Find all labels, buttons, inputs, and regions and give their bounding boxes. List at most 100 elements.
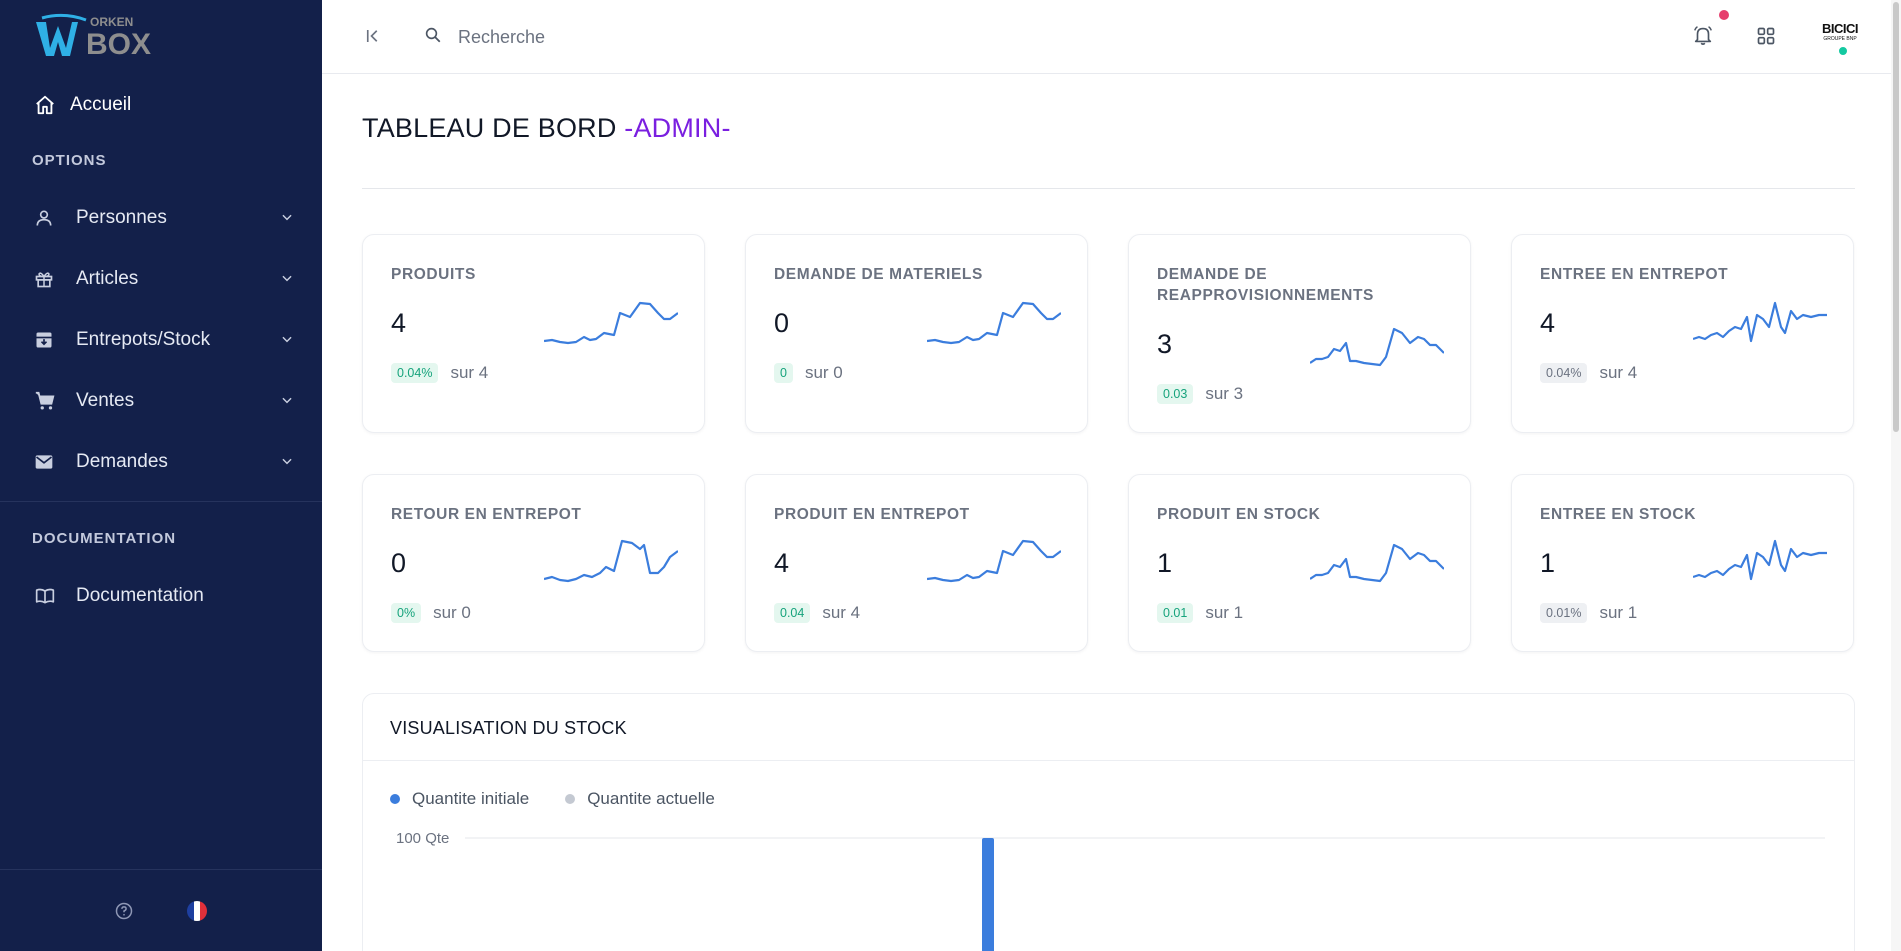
sidebar-item-accueil[interactable]: Accueil <box>34 88 131 122</box>
card-title: ENTREE EN ENTREPOT <box>1540 266 1729 283</box>
card-value: 4 <box>774 548 790 578</box>
percentage-badge: 0% <box>391 603 422 623</box>
workenbox-logo-icon: ORKEN BOX <box>36 13 151 61</box>
page-title-accent: -ADMIN- <box>624 113 731 143</box>
sidebar-footer <box>0 869 322 951</box>
chevron-down-icon <box>282 275 292 282</box>
search-icon <box>425 27 441 43</box>
legend-label: Quantite initiale <box>412 789 530 808</box>
app-logo[interactable]: ORKEN BOX <box>34 12 164 61</box>
sidebar-item-demandes[interactable]: Demandes <box>34 442 294 482</box>
sidebar-item-ventes[interactable]: Ventes <box>34 381 294 421</box>
card-value: 3 <box>1157 329 1173 359</box>
cart-icon <box>35 391 55 410</box>
bell-icon[interactable] <box>1692 24 1714 46</box>
card-footer: 0.04% sur 4 <box>391 363 488 383</box>
card-footer: 0.04 sur 4 <box>774 603 860 623</box>
card-total: sur 4 <box>1599 363 1638 382</box>
legend-dot <box>390 794 400 804</box>
search-input[interactable] <box>458 20 838 54</box>
page-title-text: TABLEAU DE BORD <box>362 113 617 143</box>
chart-legend: Quantite initiale Quantite actuelle <box>390 789 715 809</box>
topbar: BICICI GROUPE BNP <box>322 0 1901 74</box>
card-total: sur 4 <box>822 603 861 622</box>
stat-card-demande-materiels[interactable]: DEMANDE DE MATERIELS 0 0 sur 0 <box>745 234 1088 433</box>
card-value: 0 <box>774 308 790 338</box>
sidebar-item-label: Ventes <box>76 390 135 411</box>
bar-0-0[interactable] <box>982 838 994 951</box>
stat-card-entree-entrepot[interactable]: ENTREE EN ENTREPOT 4 0.04% sur 4 <box>1511 234 1854 433</box>
stat-card-produit-entrepot[interactable]: PRODUIT EN ENTREPOT 4 0.04 sur 4 <box>745 474 1088 652</box>
percentage-badge: 0.03 <box>1157 384 1194 404</box>
card-value: 1 <box>1540 548 1556 578</box>
panel-divider <box>363 760 1854 761</box>
card-total: sur 1 <box>1205 603 1244 622</box>
card-title: RETOUR EN ENTREPOT <box>391 506 582 523</box>
user-icon <box>36 210 52 226</box>
online-status-dot <box>1837 45 1849 57</box>
sparkline <box>544 539 678 583</box>
card-total: sur 0 <box>804 363 843 382</box>
percentage-badge: 0 <box>774 363 793 383</box>
notification-dot <box>1719 10 1729 20</box>
card-total: sur 3 <box>1205 384 1244 403</box>
sparkline <box>1310 327 1444 367</box>
card-value: 4 <box>391 308 407 338</box>
sidebar-item-entrepots-stock[interactable]: Entrepots/Stock <box>34 320 294 360</box>
sidebar-item-documentation[interactable]: Documentation <box>34 576 294 616</box>
card-value: 1 <box>1157 548 1173 578</box>
scrollbar-thumb[interactable] <box>1893 2 1899 432</box>
collapse-sidebar-icon[interactable] <box>364 26 382 46</box>
page-scrollbar[interactable] <box>1891 0 1901 951</box>
flag-fr-icon[interactable] <box>186 900 208 922</box>
card-footer: 0% sur 0 <box>391 603 471 623</box>
card-title: PRODUITS <box>391 266 476 283</box>
apps-grid-icon[interactable] <box>1756 26 1776 46</box>
card-title: PRODUIT EN ENTREPOT <box>774 506 970 523</box>
sidebar-item-label: Accueil <box>70 94 132 115</box>
stat-card-retour-entrepot[interactable]: RETOUR EN ENTREPOT 0 0% sur 0 <box>362 474 705 652</box>
stat-card-produit-stock[interactable]: PRODUIT EN STOCK 1 0.01 sur 1 <box>1128 474 1471 652</box>
card-title: ENTREE EN STOCK <box>1540 506 1696 523</box>
chevron-down-icon <box>282 397 292 404</box>
card-footer: 0.01% sur 1 <box>1540 603 1637 623</box>
mail-icon <box>35 455 53 469</box>
archive-icon <box>36 332 52 348</box>
legend-label: Quantite actuelle <box>587 789 715 808</box>
sidebar-item-label: Personnes <box>76 207 167 228</box>
stat-card-produits[interactable]: PRODUITS 4 0.04% sur 4 <box>362 234 705 433</box>
sparkline <box>927 539 1061 583</box>
sparkline <box>1693 539 1827 581</box>
brand-subtitle: GROUPE BNP <box>1823 36 1857 42</box>
sidebar-divider <box>0 501 322 502</box>
stat-card-demande-reapprovisionnements[interactable]: DEMANDE DE REAPPROVISIONNEMENTS 3 0.03 s… <box>1128 234 1471 433</box>
card-total: sur 4 <box>450 363 489 382</box>
chevron-down-icon <box>282 214 292 221</box>
card-footer: 0 sur 0 <box>774 363 843 383</box>
card-total: sur 0 <box>433 603 471 622</box>
card-footer: 0.01 sur 1 <box>1157 603 1243 623</box>
sparkline <box>1310 543 1444 583</box>
card-title: PRODUIT EN STOCK <box>1157 506 1321 523</box>
panel-title: VISUALISATION DU STOCK <box>390 718 627 738</box>
percentage-badge: 0.01% <box>1540 603 1588 623</box>
stock-bar-chart: 100 Qte <box>396 830 1825 951</box>
card-value: 4 <box>1540 308 1556 338</box>
svg-text:ORKEN: ORKEN <box>90 15 133 29</box>
sidebar-item-label: Documentation <box>76 585 204 606</box>
sidebar-item-personnes[interactable]: Personnes <box>34 198 294 238</box>
stock-visualisation-panel: VISUALISATION DU STOCK Quantite initiale… <box>362 693 1855 951</box>
home-icon <box>36 95 54 115</box>
sidebar-item-articles[interactable]: Articles <box>34 259 294 299</box>
legend-item-actuelle[interactable]: Quantite actuelle <box>565 789 715 809</box>
card-title: DEMANDE DE REAPPROVISIONNEMENTS <box>1157 266 1374 304</box>
legend-item-initial[interactable]: Quantite initiale <box>390 789 529 809</box>
sparkline <box>544 301 678 345</box>
sidebar-item-label: Demandes <box>76 451 168 472</box>
help-icon[interactable] <box>114 901 134 921</box>
percentage-badge: 0.04% <box>1540 363 1588 383</box>
stat-card-entree-stock[interactable]: ENTREE EN STOCK 1 0.01% sur 1 <box>1511 474 1854 652</box>
svg-text:BOX: BOX <box>86 28 151 60</box>
card-footer: 0.04% sur 4 <box>1540 363 1637 383</box>
y-tick-label: 100 Qte <box>396 830 449 847</box>
